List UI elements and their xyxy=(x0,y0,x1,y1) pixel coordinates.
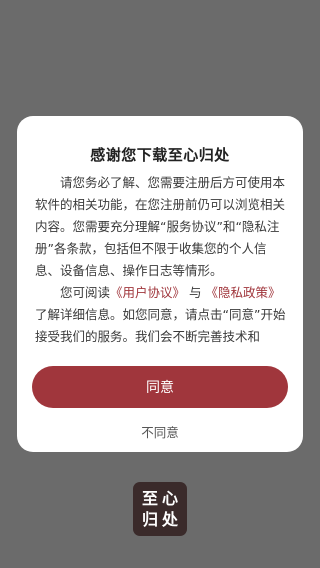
privacy-policy-link[interactable]: 《隐私政策》 xyxy=(206,285,281,300)
para2-and: 与 xyxy=(189,285,202,300)
para2-prefix: 您可阅读 xyxy=(60,285,111,300)
app-logo: 至 心 归 处 xyxy=(133,482,187,536)
para2-suffix: 了解详细信息。如您同意，请点击“同意”开始接受我们的服务。我们会不断完善技术和 xyxy=(35,307,286,344)
logo-char-4: 处 xyxy=(161,509,178,529)
user-agreement-link[interactable]: 《用户协议》 xyxy=(110,285,185,300)
logo-char-1: 至 xyxy=(141,488,158,508)
logo-char-3: 归 xyxy=(141,509,158,529)
intro-paragraph: 请您务必了解、您需要注册后方可使用本软件的相关功能，在您注册前仍可以浏览相关内容… xyxy=(35,175,286,278)
agree-button[interactable]: 同意 xyxy=(32,366,288,408)
disagree-button[interactable]: 不同意 xyxy=(17,422,303,441)
logo-char-2: 心 xyxy=(161,488,178,508)
dialog-title: 感谢您下载至心归处 xyxy=(90,146,230,164)
privacy-consent-dialog: 感谢您下载至心归处 请您务必了解、您需要注册后方可使用本软件的相关功能，在您注册… xyxy=(17,116,303,452)
agreement-paragraph: 您可阅读《用户协议》 与 《隐私政策》了解详细信息。如您同意，请点击“同意”开始… xyxy=(35,282,287,348)
